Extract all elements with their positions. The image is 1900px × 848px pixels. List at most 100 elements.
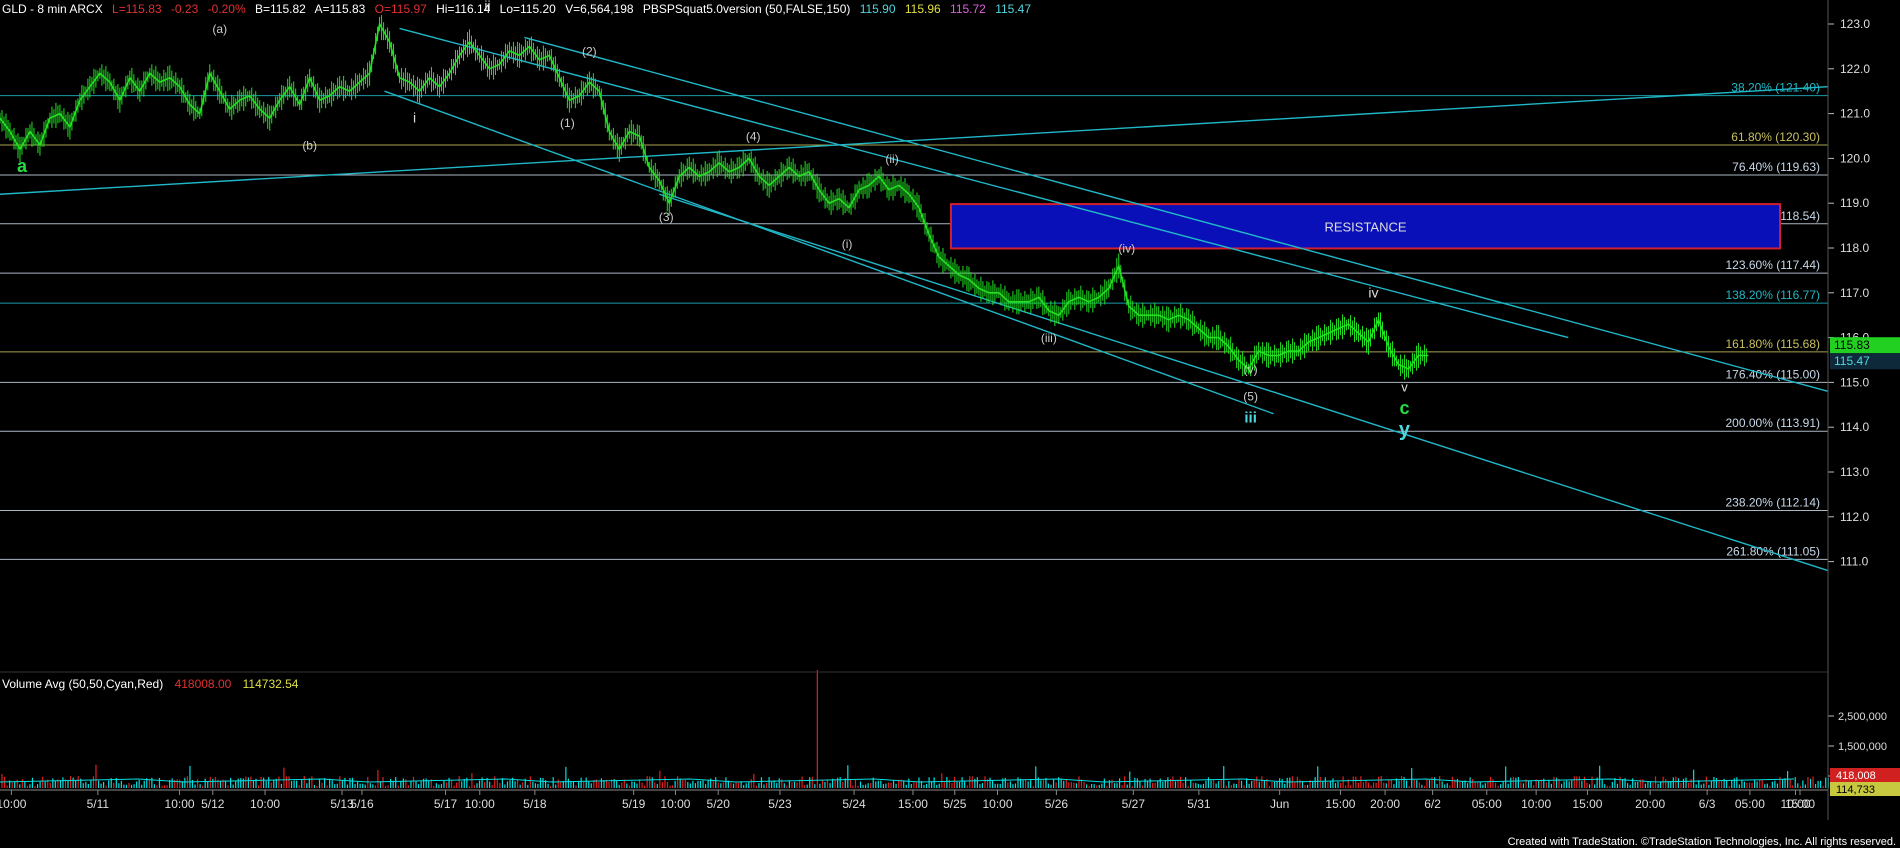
x-tick-label: 05:00	[1472, 797, 1502, 811]
x-tick-label: 5/12	[201, 797, 225, 811]
axis-bg	[1829, 0, 1900, 820]
price-change-pct: -0.20%	[207, 2, 246, 16]
resistance-label: RESISTANCE	[1324, 219, 1406, 234]
fib-label: 123.60% (117.44)	[1725, 258, 1820, 272]
x-tick-label: 5/16	[350, 797, 374, 811]
volume-header: Volume Avg (50,50,Cyan,Red) 418008.00 11…	[2, 677, 306, 691]
last-price-tag-label: 115.83	[1834, 338, 1870, 352]
low-price: Lo=115.20	[499, 2, 556, 16]
y-tick-label: 123.0	[1840, 17, 1870, 31]
fib-label: 176.40% (115.00)	[1725, 367, 1820, 381]
x-tick-label: 10:00	[982, 797, 1012, 811]
wave-label: (5)	[1243, 389, 1258, 403]
wave-label: (4)	[746, 129, 761, 143]
footer-credit: Created with TradeStation. ©TradeStation…	[1507, 836, 1896, 848]
chart-background	[0, 0, 1900, 848]
fib-label: 200.00% (113.91)	[1725, 416, 1820, 430]
volume-tick-label: 2,500,000	[1838, 711, 1887, 723]
volume-tick-label: 1,500,000	[1838, 741, 1887, 753]
wave-label: a	[17, 156, 28, 176]
x-tick-label: 5/20	[707, 797, 731, 811]
x-tick-label: 20:00	[1635, 797, 1665, 811]
price-chart[interactable]: 38.20% (121.40)61.80% (120.30)76.40% (11…	[0, 0, 1900, 848]
wave-label: iv	[1368, 284, 1378, 300]
x-tick-label: 5/17	[434, 797, 458, 811]
x-tick-label: 5/31	[1187, 797, 1211, 811]
y-tick-label: 113.0	[1840, 465, 1869, 479]
y-tick-label: 112.0	[1840, 510, 1869, 524]
volume-last-tag-label: 418,008	[1836, 770, 1876, 782]
y-tick-label: 114.0	[1840, 420, 1869, 434]
wave-label: (iii)	[1041, 331, 1057, 345]
wave-label: iii	[1244, 410, 1257, 427]
price-axis[interactable]: 123.0122.0121.0120.0119.0118.0117.0116.0…	[1828, 0, 1900, 820]
wave-label: (iv)	[1118, 241, 1135, 255]
study-value-3: 115.72	[950, 2, 986, 16]
y-tick-label: 122.0	[1840, 62, 1870, 76]
x-tick-label: 10:00	[0, 797, 27, 811]
x-tick-label: 5/23	[768, 797, 792, 811]
volume-study-value-2: 114732.54	[242, 677, 299, 691]
x-tick-label: 5/11	[87, 797, 110, 811]
chart-header: GLD - 8 min ARCX L=115.83 -0.23 -0.20% B…	[2, 2, 1037, 16]
resistance-zone: RESISTANCE	[949, 203, 1782, 250]
wave-label: (b)	[302, 138, 317, 152]
volume-value: V=6,564,198	[565, 2, 634, 16]
fib-label: 61.80% (120.30)	[1731, 130, 1820, 144]
x-tick-label: 10:00	[1521, 797, 1551, 811]
wave-label: (v)	[1244, 362, 1258, 376]
x-tick-label: 15:00	[898, 797, 928, 811]
x-tick-label: 5/26	[1045, 797, 1069, 811]
y-tick-label: 118.0	[1840, 241, 1869, 255]
high-price: Hi=116.14	[436, 2, 491, 16]
wave-label: i	[413, 110, 416, 126]
x-tick-label: 5/18	[523, 797, 547, 811]
open-price: O=115.97	[374, 2, 427, 16]
x-tick-label: 10:00	[250, 797, 280, 811]
fib-label: 161.80% (115.68)	[1725, 337, 1820, 351]
x-tick-label: 15:00	[1572, 797, 1602, 811]
x-tick-label: Jun	[1270, 797, 1289, 811]
wave-label: (1)	[560, 116, 575, 130]
x-tick-label: 5/25	[943, 797, 967, 811]
wave-label: (i)	[842, 237, 853, 251]
x-tick-label: 20:00	[1370, 797, 1400, 811]
y-tick-label: 121.0	[1840, 107, 1870, 121]
x-tick-label: 10:00	[465, 797, 495, 811]
symbol-label: GLD - 8 min ARCX	[2, 2, 103, 16]
study-value-1: 115.90	[859, 2, 896, 16]
x-tick-label: 10:00	[165, 797, 195, 811]
bid-price: B=115.82	[254, 2, 306, 16]
x-tick-label: 15:00	[1325, 797, 1355, 811]
fib-label: 138.20% (116.77)	[1725, 288, 1820, 302]
x-tick-label: 05:00	[1735, 797, 1765, 811]
fib-label: 76.40% (119.63)	[1732, 160, 1820, 174]
x-tick-label: 5/19	[622, 797, 646, 811]
x-tick-label: 6/3	[1699, 797, 1716, 811]
x-tick-label: 5/27	[1122, 797, 1146, 811]
x-tick-label: 6/2	[1424, 797, 1441, 811]
y-tick-label: 115.0	[1840, 375, 1869, 389]
volume-study-value-1: 418008.00	[174, 677, 232, 691]
x-tick-label: 5/24	[842, 797, 866, 811]
price-change: -0.23	[170, 2, 199, 16]
volume-avg-tag-label: 114,733	[1836, 784, 1875, 796]
avg-price-tag-label: 115.47	[1834, 354, 1870, 368]
fib-label: 238.20% (112.14)	[1725, 496, 1820, 510]
last-price: L=115.83	[112, 2, 162, 16]
y-tick-label: 119.0	[1840, 196, 1869, 210]
study-value-4: 115.47	[995, 2, 1031, 16]
y-tick-label: 111.0	[1840, 555, 1869, 569]
y-tick-label: 117.0	[1840, 286, 1869, 300]
study-name: PBSPSquat5.0version (50,FALSE,150)	[642, 2, 851, 16]
wave-label: c	[1399, 398, 1409, 418]
x-tick-label: 10:00	[660, 797, 690, 811]
wave-label: (a)	[212, 22, 227, 36]
y-tick-label: 120.0	[1840, 151, 1870, 165]
ask-price: A=115.83	[314, 2, 366, 16]
fib-label: 261.80% (111.05)	[1726, 544, 1820, 558]
wave-label: (ii)	[885, 152, 898, 166]
study-value-2: 115.96	[904, 2, 941, 16]
wave-label: y	[1399, 419, 1411, 441]
wave-label: v	[1401, 379, 1408, 394]
